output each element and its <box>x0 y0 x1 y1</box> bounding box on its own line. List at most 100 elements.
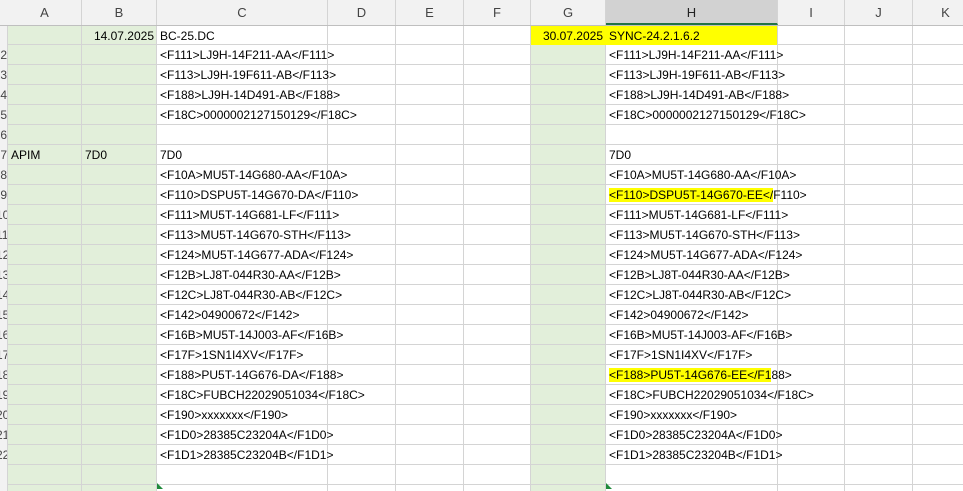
row-header[interactable]: 20 <box>0 405 7 425</box>
column-header-b[interactable]: B <box>82 0 157 25</box>
cell-h-value[interactable]: <F1D0>28385C23204A</F1D0> <box>606 425 782 444</box>
cell-c1-version[interactable]: BC-25.DC <box>157 26 320 45</box>
column-header-a[interactable]: A <box>8 0 82 25</box>
grid-line <box>8 344 963 345</box>
row-header[interactable]: 2 <box>0 45 7 65</box>
grid-line <box>8 424 963 425</box>
cell-c-value[interactable]: <F188>LJ9H-14D491-AB</F188> <box>157 85 340 104</box>
cell-h-value-changed[interactable]: <F110>DSPU5T-14G670-EE</F110> <box>606 185 807 204</box>
row-header[interactable]: 13 <box>0 265 7 285</box>
row-header[interactable]: 21 <box>0 425 7 445</box>
highlighted-text: <F110>DSPU5T-14G670-EE</ <box>609 188 774 202</box>
column-header-g[interactable]: G <box>531 0 606 25</box>
cell-c-value[interactable]: <F12B>LJ8T-044R30-AA</F12B> <box>157 265 341 284</box>
cell-h-value[interactable]: <F12C>LJ8T-044R30-AB</F12C> <box>606 285 791 304</box>
grid-line <box>844 26 845 491</box>
cell-a-apim[interactable]: APIM <box>8 145 81 164</box>
grid-line <box>8 104 963 105</box>
row-header[interactable]: 9 <box>0 185 7 205</box>
cell-text-rest: 88> <box>771 368 792 382</box>
row-header[interactable]: 7 <box>0 145 7 165</box>
cell-h-value[interactable]: <F17F>1SN1I4XV</F17F> <box>606 345 752 364</box>
cell-c-value[interactable]: <F142>04900672</F142> <box>157 305 299 324</box>
grid-line <box>8 84 963 85</box>
row-header[interactable]: 14 <box>0 285 7 305</box>
column-header-j[interactable]: J <box>845 0 913 25</box>
cell-c-value[interactable]: <F190>xxxxxxx</F190> <box>157 405 288 424</box>
column-header-h[interactable]: H <box>606 0 778 25</box>
row-header[interactable]: 10 <box>0 205 7 225</box>
column-header-e[interactable]: E <box>396 0 464 25</box>
cell-h-value[interactable]: <F188>LJ9H-14D491-AB</F188> <box>606 85 789 104</box>
column-header-c[interactable]: C <box>157 0 328 25</box>
cell-c-value[interactable]: <F113>LJ9H-19F611-AB</F113> <box>157 65 336 84</box>
cell-c-value[interactable]: <F1D1>28385C23204B</F1D1> <box>157 445 333 464</box>
cell-c-value[interactable]: <F12C>LJ8T-044R30-AB</F12C> <box>157 285 342 304</box>
cell-c-value[interactable]: <F1D0>28385C23204A</F1D0> <box>157 425 333 444</box>
row-header[interactable]: 17 <box>0 345 7 365</box>
cell-h-value[interactable]: <F18C>FUBCH22029051034</F18C> <box>606 385 814 404</box>
cell-c-value[interactable] <box>157 125 160 144</box>
cell-c-value[interactable]: <F10A>MU5T-14G680-AA</F10A> <box>157 165 347 184</box>
cell-c-value[interactable]: <F111>LJ9H-14F211-AA</F111> <box>157 45 334 64</box>
row-header[interactable]: 11 <box>0 225 7 245</box>
row-header[interactable]: 12 <box>0 245 7 265</box>
cell-c-value[interactable]: 7D0 <box>157 145 182 164</box>
green-fill-column <box>8 26 82 491</box>
cell-c-value[interactable]: <F111>MU5T-14G681-LF</F111> <box>157 205 339 224</box>
cell-text-rest: F110> <box>773 188 807 202</box>
row-header[interactable]: 8 <box>0 165 7 185</box>
cell-h1-version[interactable]: SYNC-24.2.1.6.2 <box>606 26 777 45</box>
grid-line <box>8 324 963 325</box>
cell-h-value[interactable]: <F113>MU5T-14G670-STH</F113> <box>606 225 800 244</box>
cell-h-value[interactable]: <F12B>LJ8T-044R30-AA</F12B> <box>606 265 790 284</box>
cell-h-value[interactable]: <F1D1>28385C23204B</F1D1> <box>606 445 782 464</box>
cell-c-value[interactable]: <F18C>FUBCH22029051034</F18C> <box>157 385 365 404</box>
row-header[interactable]: 4 <box>0 85 7 105</box>
cell-h-value[interactable]: <F190>xxxxxxx</F190> <box>606 405 737 424</box>
grid-line <box>8 484 963 485</box>
cell-b-7d0[interactable]: 7D0 <box>82 145 155 164</box>
grid-line <box>8 64 963 65</box>
cell-c-value[interactable]: <F124>MU5T-14G677-ADA</F124> <box>157 245 353 264</box>
column-header-i[interactable]: I <box>778 0 845 25</box>
cell-h-value[interactable]: <F124>MU5T-14G677-ADA</F124> <box>606 245 802 264</box>
cell-grid[interactable]: 14.07.2025 BC-25.DC 30.07.2025 SYNC-24.2.1.… <box>7 26 963 491</box>
cell-h-value[interactable] <box>606 125 609 144</box>
row-header[interactable]: 22 <box>0 445 7 465</box>
row-header[interactable]: 5 <box>0 105 7 125</box>
spreadsheet: ABCDEFGHIJK 2345678910111213141516171819… <box>0 0 963 491</box>
column-header-k[interactable]: K <box>913 0 963 25</box>
row-header[interactable]: 18 <box>0 365 7 385</box>
cell-c-value[interactable]: <F113>MU5T-14G670-STH</F113> <box>157 225 351 244</box>
grid-line <box>8 364 963 365</box>
cell-c-value[interactable]: <F110>DSPU5T-14G670-DA</F110> <box>157 185 358 204</box>
row-header[interactable]: 6 <box>0 125 7 145</box>
grid-line <box>8 204 963 205</box>
cell-h-value-changed[interactable]: <F188>PU5T-14G676-EE</F188> <box>606 365 792 384</box>
column-header-d[interactable]: D <box>328 0 396 25</box>
cell-b1-date[interactable]: 14.07.2025 <box>82 26 157 45</box>
cell-h-value[interactable]: <F18C>0000002127150129</F18C> <box>606 105 806 124</box>
cell-c-value[interactable]: <F17F>1SN1I4XV</F17F> <box>157 345 303 364</box>
row-header[interactable] <box>0 465 7 485</box>
row-header[interactable]: 15 <box>0 305 7 325</box>
cell-c-value[interactable]: <F18C>0000002127150129</F18C> <box>157 105 357 124</box>
grid-line <box>463 26 464 491</box>
cell-h-value[interactable]: <F10A>MU5T-14G680-AA</F10A> <box>606 165 796 184</box>
cell-h-value[interactable]: <F16B>MU5T-14J003-AF</F16B> <box>606 325 792 344</box>
row-header[interactable]: 16 <box>0 325 7 345</box>
row-header[interactable]: 3 <box>0 65 7 85</box>
cell-h-value[interactable]: <F111>LJ9H-14F211-AA</F111> <box>606 45 783 64</box>
column-header-f[interactable]: F <box>464 0 531 25</box>
grid-line <box>7 26 8 491</box>
cell-h-value[interactable]: <F142>04900672</F142> <box>606 305 748 324</box>
grid-line <box>8 124 963 125</box>
cell-h-value[interactable]: <F111>MU5T-14G681-LF</F111> <box>606 205 788 224</box>
cell-c-value[interactable]: <F188>PU5T-14G676-DA</F188> <box>157 365 343 384</box>
cell-h-value[interactable]: 7D0 <box>606 145 631 164</box>
cell-g1-date[interactable]: 30.07.2025 <box>531 26 606 45</box>
cell-h-value[interactable]: <F113>LJ9H-19F611-AB</F113> <box>606 65 785 84</box>
cell-c-value[interactable]: <F16B>MU5T-14J003-AF</F16B> <box>157 325 343 344</box>
row-header[interactable]: 19 <box>0 385 7 405</box>
